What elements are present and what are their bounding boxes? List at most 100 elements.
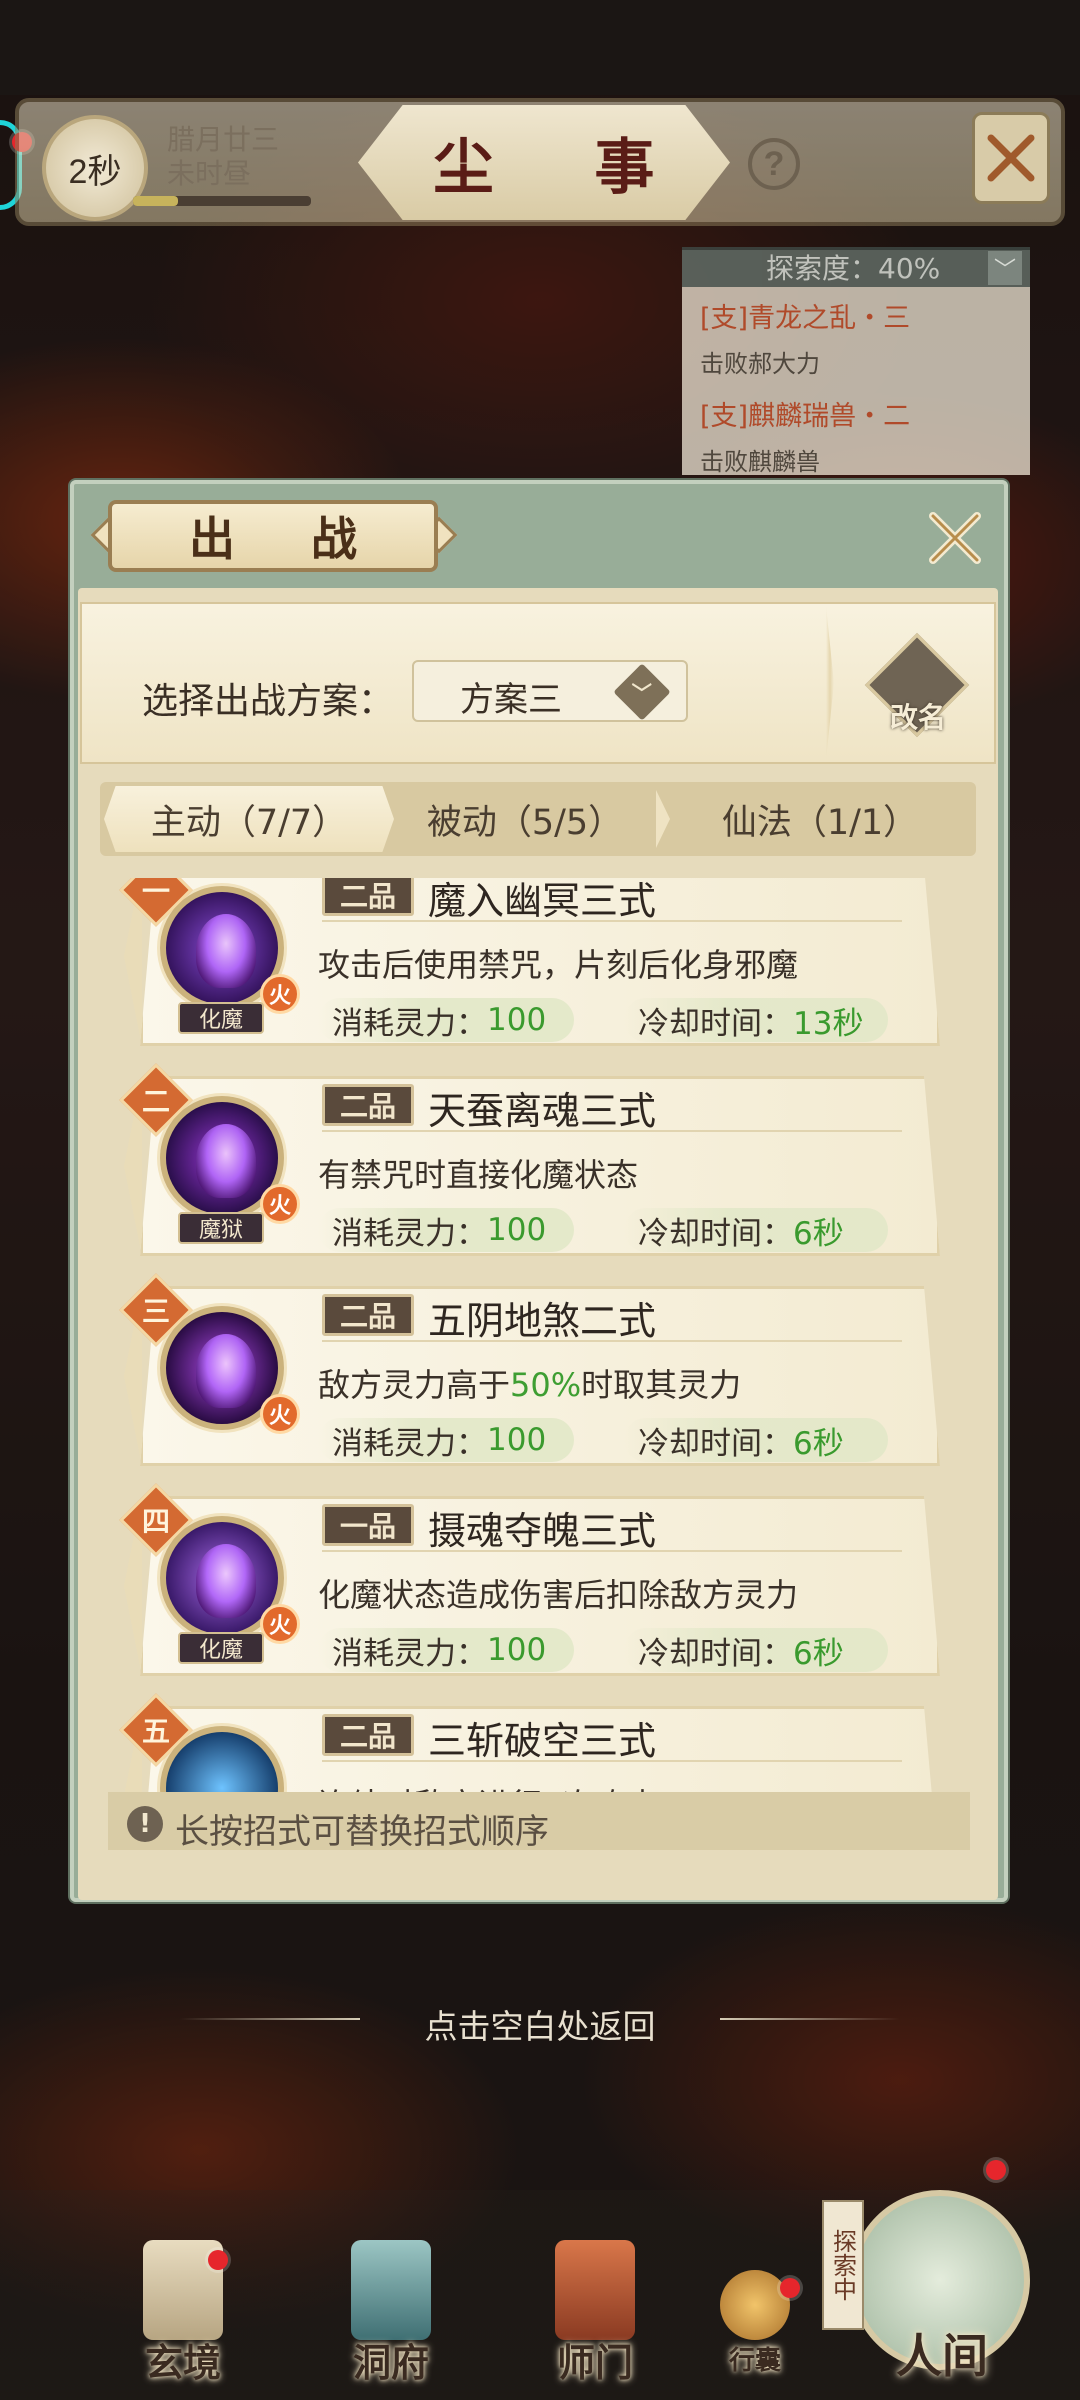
quest-title-2[interactable]: [支]麒麟瑞兽・二 [700, 394, 910, 433]
grade-badge-4: 一品 [322, 1504, 414, 1546]
card-divider [322, 1130, 902, 1132]
nav-item-xuanjing[interactable]: 玄境 [118, 2240, 248, 2390]
card-divider [322, 1340, 902, 1342]
tab-passive-skills[interactable]: 被动（5/5） [394, 786, 656, 852]
skill-glyph [196, 1544, 256, 1618]
skill-glyph [196, 1334, 256, 1408]
cooldown-value: 6秒 [793, 1635, 844, 1672]
notification-dot [780, 2278, 800, 2298]
nav-label-dongfu: 洞府 [352, 2340, 429, 2385]
tab-immortal-arts[interactable]: 仙法（1/1） [670, 786, 970, 852]
grade-badge-3: 二品 [322, 1294, 414, 1336]
notification-dot [986, 2160, 1006, 2180]
mana-cost-label: 消耗灵力： [332, 1215, 487, 1252]
mana-cost-label: 消耗灵力： [332, 1635, 487, 1672]
close-icon [929, 512, 981, 564]
fire-element-icon: 火 [260, 1604, 300, 1644]
skill-desc-1: 攻击后使用禁咒，片刻后化身邪魔 [318, 946, 799, 984]
card-divider [322, 1760, 902, 1762]
skill-name-5: 三斩破空三式 [428, 1719, 657, 1763]
dialog-close-button[interactable] [915, 498, 995, 578]
mana-cost-value: 100 [487, 1422, 547, 1458]
info-icon: ! [127, 1806, 163, 1842]
grade-badge-1: 二品 [322, 878, 414, 916]
nav-label-xuanjing: 玄境 [144, 2340, 221, 2385]
skill-name-4: 摄魂夺魄三式 [428, 1509, 657, 1553]
cooldown-label: 冷却时间： [638, 1635, 793, 1672]
skill-desc-3: 敌方灵力高于50%时取其灵力 [318, 1360, 741, 1406]
skill-name-1: 魔入幽冥三式 [428, 879, 657, 923]
return-hint[interactable]: 点击空白处返回 [0, 2000, 1080, 2048]
timer-badge: 2秒 [42, 115, 148, 221]
help-icon[interactable]: ? [748, 138, 800, 190]
fire-element-icon: 火 [260, 974, 300, 1014]
quest-sub-2: 击败麒麟兽 [700, 448, 820, 476]
card-divider [322, 1550, 902, 1552]
mana-cost-value: 100 [487, 1002, 547, 1038]
skill-list[interactable]: 一 火 化魔 二品 魔入幽冥三式 攻击后使用禁咒，片刻后化身邪魔 消耗灵力： 10… [100, 878, 976, 1792]
fire-element-icon: 火 [260, 1184, 300, 1224]
cooldown-label: 冷却时间： [638, 1005, 793, 1042]
form-tag-4: 化魔 [178, 1632, 264, 1664]
rank-number-3: 三 [141, 1295, 170, 1328]
skill-desc-post: 时取其灵力 [581, 1366, 742, 1404]
rank-number-1: 一 [141, 878, 170, 908]
cooldown-1: 冷却时间： 13秒 [624, 998, 888, 1042]
time-progress-bar [133, 196, 311, 206]
time-of-day: 未时昼 [167, 157, 252, 190]
hint-text: 长按招式可替换招式顺序 [175, 1812, 549, 1852]
status-area [0, 0, 1080, 95]
rank-number-4: 四 [141, 1505, 170, 1538]
cooldown-2: 冷却时间： 6秒 [624, 1208, 888, 1252]
form-tag-1: 化魔 [178, 1002, 264, 1034]
scene-title: 尘 事 [433, 133, 695, 203]
close-icon [987, 134, 1035, 182]
tab-active-skills[interactable]: 主动（7/7） [104, 786, 394, 852]
mana-cost-label: 消耗灵力： [332, 1005, 487, 1042]
card-divider [322, 920, 902, 922]
bag-icon [720, 2270, 790, 2340]
mana-cost-2: 消耗灵力： 100 [318, 1208, 574, 1252]
mana-cost-value: 100 [487, 1632, 547, 1668]
nav-label-shimen: 师门 [556, 2340, 633, 2385]
exploration-text: 探索度：40% [766, 252, 941, 285]
rank-number-5: 五 [141, 1715, 170, 1748]
dialog-title: 出 战 [108, 500, 438, 572]
skill-glyph [196, 914, 256, 988]
mana-cost-1: 消耗灵力： 100 [318, 998, 574, 1042]
skill-name-2: 天蚕离魂三式 [428, 1089, 657, 1133]
grade-badge-5: 二品 [322, 1714, 414, 1756]
nav-item-shimen[interactable]: 师门 [530, 2240, 660, 2390]
grade-badge-2: 二品 [322, 1084, 414, 1126]
skill-desc-highlight: 50% [510, 1366, 582, 1404]
rank-number-2: 二 [141, 1085, 170, 1118]
cooldown-label: 冷却时间： [638, 1215, 793, 1252]
rename-label[interactable]: 改名 [870, 696, 966, 736]
cooldown-4: 冷却时间： 6秒 [624, 1628, 888, 1672]
form-tag-2: 魔狱 [178, 1212, 264, 1244]
skill-desc-5: 连续对敌方进行3次攻击 [318, 1780, 658, 1792]
scene-close-button[interactable] [972, 112, 1050, 204]
banner-icon [555, 2240, 635, 2340]
mana-cost-4: 消耗灵力： 100 [318, 1628, 574, 1672]
quest-sub-1: 击败郝大力 [700, 350, 820, 378]
exploring-tag: 探索中 [822, 2200, 864, 2330]
quest-title-1[interactable]: [支]青龙之乱・三 [700, 296, 910, 335]
fire-element-icon: 火 [260, 1394, 300, 1434]
skill-name-3: 五阴地煞二式 [428, 1299, 657, 1343]
cooldown-value: 6秒 [793, 1425, 844, 1462]
skill-desc-4: 化魔状态造成伤害后扣除敌方灵力 [318, 1576, 799, 1614]
cooldown-value: 6秒 [793, 1215, 844, 1252]
cooldown-label: 冷却时间： [638, 1425, 793, 1462]
plan-dropdown-value[interactable]: 方案三 [460, 672, 562, 721]
cooldown-value: 13秒 [793, 1005, 864, 1042]
world-label: 人间 [896, 2329, 988, 2383]
nav-label-xingnang: 行囊 [728, 2346, 781, 2376]
pavilion-icon [351, 2240, 431, 2340]
mana-cost-label: 消耗灵力： [332, 1425, 487, 1462]
notification-dot [208, 2250, 228, 2270]
plan-label: 选择出战方案： [142, 681, 395, 722]
chevron-down-icon[interactable]: ﹀ [988, 251, 1022, 285]
nav-item-dongfu[interactable]: 洞府 [326, 2240, 456, 2390]
cooldown-3: 冷却时间： 6秒 [624, 1418, 888, 1462]
